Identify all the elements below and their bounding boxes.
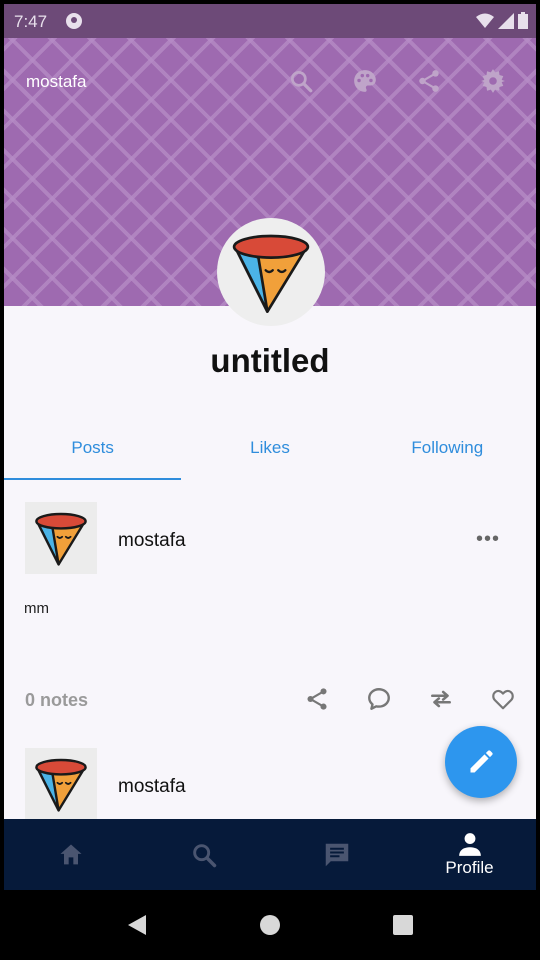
compose-post-button[interactable] (445, 726, 517, 798)
nav-search[interactable] (137, 819, 270, 890)
comment-icon[interactable] (366, 686, 392, 712)
post-avatar[interactable] (25, 748, 97, 820)
battery-icon (518, 12, 528, 29)
share-icon[interactable] (416, 68, 442, 94)
tab-following[interactable]: Following (359, 422, 536, 480)
more-options-icon[interactable]: ••• (476, 528, 500, 551)
system-navigation-bar (0, 890, 540, 960)
nav-home[interactable] (4, 819, 137, 890)
settings-icon[interactable] (480, 68, 506, 94)
notification-app-icon (66, 13, 82, 29)
post-username[interactable]: mostafa (118, 530, 186, 552)
ice-cream-cone-icon (35, 758, 87, 812)
post-body: mm (24, 600, 49, 617)
profile-tabs: Posts Likes Following (4, 422, 536, 480)
home-circle-icon[interactable] (259, 914, 281, 936)
search-icon[interactable] (288, 68, 314, 94)
ice-cream-cone-icon (35, 512, 87, 566)
post-actions (304, 686, 516, 712)
share-icon[interactable] (304, 686, 330, 712)
status-icons (476, 12, 528, 29)
pencil-icon (470, 750, 493, 773)
heart-icon[interactable] (490, 686, 516, 712)
screen: 7:47 mostafa untitled Posts Likes Follow… (0, 0, 540, 960)
nav-messages[interactable] (270, 819, 403, 890)
post-avatar[interactable] (25, 502, 97, 574)
status-time: 7:47 (14, 12, 48, 31)
reblog-icon[interactable] (428, 686, 454, 712)
back-icon[interactable] (126, 913, 148, 937)
home-icon (60, 844, 81, 864)
tab-posts[interactable]: Posts (4, 422, 182, 480)
status-bar: 7:47 (4, 4, 536, 38)
recents-icon[interactable] (392, 914, 414, 936)
chat-icon (325, 843, 348, 866)
profile-avatar[interactable] (217, 218, 325, 326)
person-icon (458, 832, 481, 856)
post-card: mostafa ••• mm 0 notes (4, 482, 536, 722)
nav-profile[interactable]: Profile (403, 819, 536, 890)
post-notes-count[interactable]: 0 notes (25, 690, 88, 711)
bottom-navigation: Profile (4, 819, 536, 890)
header-username: mostafa (26, 72, 87, 91)
ice-cream-cone-icon (232, 234, 310, 313)
post-username[interactable]: mostafa (118, 776, 186, 798)
palette-icon[interactable] (352, 68, 378, 94)
nav-profile-label: Profile (445, 857, 494, 877)
page-title: untitled (210, 342, 330, 379)
header-actions (288, 68, 506, 94)
search-icon (192, 843, 216, 867)
app-window: 7:47 mostafa untitled Posts Likes Follow… (4, 4, 536, 890)
signal-icon (498, 12, 514, 29)
wifi-icon (476, 13, 494, 28)
tab-likes[interactable]: Likes (181, 422, 358, 480)
